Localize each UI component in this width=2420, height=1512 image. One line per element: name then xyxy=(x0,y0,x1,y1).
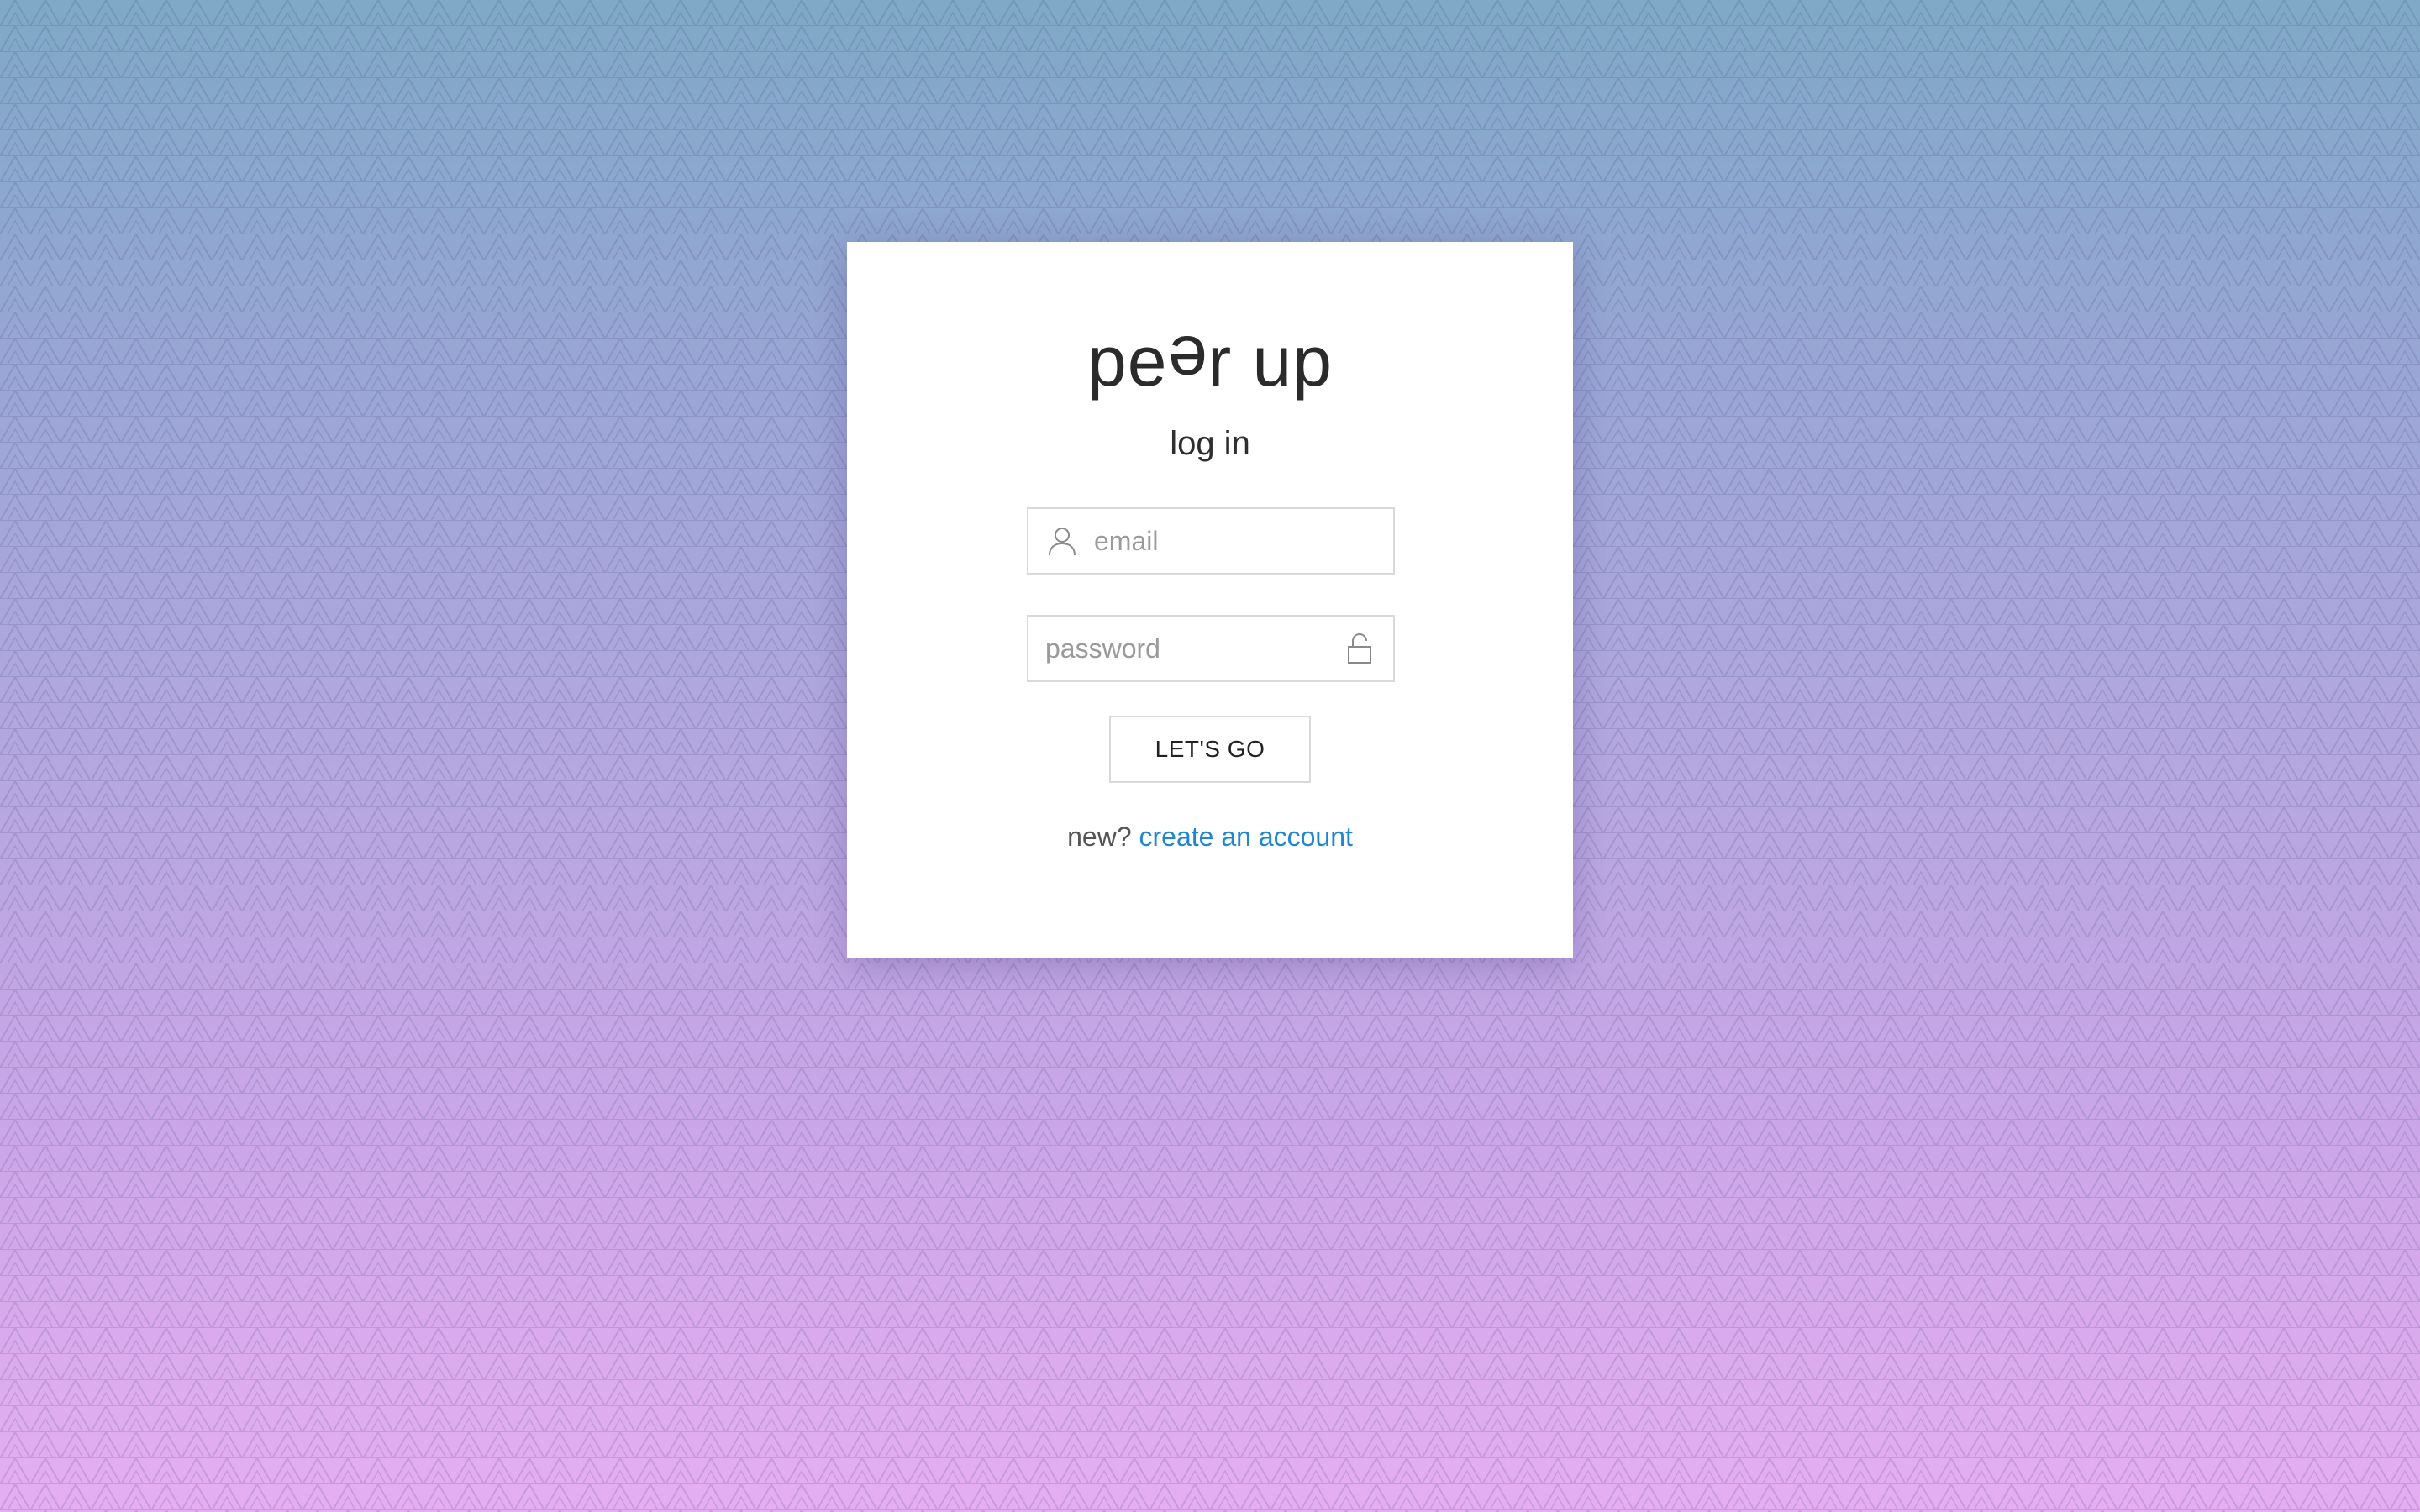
email-field-wrapper xyxy=(1027,507,1395,575)
login-card: peer up log in LET'S GO new? create an a… xyxy=(847,242,1573,958)
signup-prompt-text: new? xyxy=(1067,822,1132,852)
logo-text-start: pe xyxy=(1087,322,1168,401)
password-field-wrapper xyxy=(1027,615,1395,682)
lock-icon xyxy=(1348,633,1371,664)
email-input[interactable] xyxy=(1094,509,1380,573)
submit-button[interactable]: LET'S GO xyxy=(1109,716,1311,783)
create-account-link[interactable]: create an account xyxy=(1139,822,1353,852)
page-title: log in xyxy=(1170,425,1250,462)
logo-text-end: r up xyxy=(1207,322,1333,401)
user-icon xyxy=(1049,528,1076,556)
logo-flipped-letter: e xyxy=(1167,322,1208,401)
app-logo: peer up xyxy=(847,319,1573,403)
signup-prompt: new? create an account xyxy=(847,822,1573,853)
password-input[interactable] xyxy=(1045,617,1331,680)
